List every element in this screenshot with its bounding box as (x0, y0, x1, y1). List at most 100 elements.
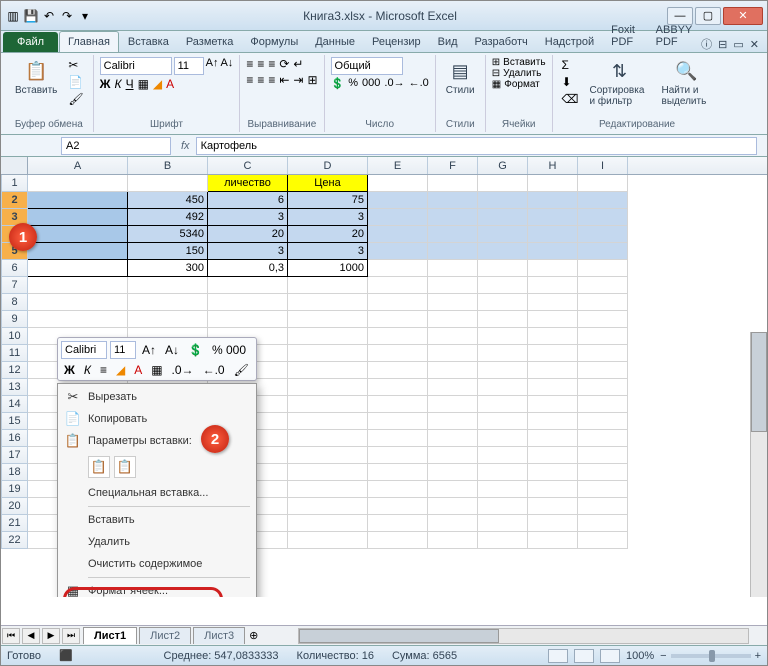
insert-cells-icon[interactable]: ⊞ (492, 57, 500, 68)
delete-cells-icon[interactable]: ⊟ (492, 68, 500, 79)
tab-view[interactable]: Вид (430, 32, 466, 52)
underline-icon[interactable]: Ч (126, 77, 134, 91)
cell[interactable] (288, 430, 368, 447)
cell[interactable] (578, 243, 628, 260)
cell[interactable] (128, 277, 208, 294)
dec-decimal-icon[interactable]: ←.0 (409, 77, 429, 90)
cell[interactable] (578, 345, 628, 362)
view-layout-icon[interactable] (574, 649, 594, 663)
cell[interactable]: 450 (128, 192, 208, 209)
cell[interactable] (478, 209, 528, 226)
cell[interactable] (288, 481, 368, 498)
align-mid-icon[interactable]: ≡ (257, 57, 264, 71)
cell[interactable] (368, 481, 428, 498)
inc-decimal-icon[interactable]: .0→ (384, 77, 404, 90)
ctx-delete[interactable]: Удалить (60, 531, 254, 553)
sheet-nav-prev[interactable]: ◀ (22, 628, 40, 644)
percent-icon[interactable]: % (348, 77, 358, 90)
cell[interactable] (128, 294, 208, 311)
cell[interactable] (428, 328, 478, 345)
merge-icon[interactable]: ⊞ (307, 73, 317, 87)
cell[interactable] (288, 532, 368, 549)
mini-size-combo[interactable]: 11 (110, 341, 136, 359)
cell[interactable] (28, 175, 128, 192)
select-all-corner[interactable] (1, 157, 28, 175)
cell[interactable]: 1000 (288, 260, 368, 277)
paste-opt2-icon[interactable]: 📋 (114, 456, 136, 478)
row-header[interactable]: 12 (1, 362, 28, 379)
mini-inc-icon[interactable]: ←.0 (200, 363, 228, 377)
font-size-combo[interactable]: 11 (174, 57, 204, 75)
cell[interactable] (208, 277, 288, 294)
mini-font-combo[interactable]: Calibri (61, 341, 107, 359)
cell[interactable] (428, 192, 478, 209)
fill-color-icon[interactable]: ◢ (153, 77, 162, 91)
view-normal-icon[interactable] (548, 649, 568, 663)
cell[interactable]: 3 (288, 209, 368, 226)
mini-italic-icon[interactable]: К (81, 363, 94, 377)
tab-formulas[interactable]: Формулы (242, 32, 306, 52)
cell[interactable] (528, 175, 578, 192)
cell[interactable] (368, 515, 428, 532)
cell[interactable]: 492 (128, 209, 208, 226)
cell[interactable] (368, 498, 428, 515)
cell[interactable] (368, 311, 428, 328)
cell[interactable] (528, 243, 578, 260)
autosum-icon[interactable]: Σ (559, 57, 582, 73)
paste-button[interactable]: 📋Вставить (11, 57, 61, 98)
minimize-ribbon-icon[interactable]: ⊟ (718, 38, 727, 51)
cell[interactable] (428, 243, 478, 260)
cell[interactable] (578, 260, 628, 277)
row-header[interactable]: 15 (1, 413, 28, 430)
cell[interactable] (528, 430, 578, 447)
cell[interactable] (578, 498, 628, 515)
row-header[interactable]: 7 (1, 277, 28, 294)
cell[interactable] (428, 277, 478, 294)
cell[interactable] (368, 260, 428, 277)
cell[interactable] (128, 311, 208, 328)
vertical-scrollbar[interactable] (750, 332, 767, 597)
cell[interactable] (368, 328, 428, 345)
cell[interactable] (528, 413, 578, 430)
row-header[interactable]: 9 (1, 311, 28, 328)
formula-input[interactable]: Картофель (196, 137, 757, 155)
ctx-copy[interactable]: 📄Копировать (60, 408, 254, 430)
cell[interactable] (28, 260, 128, 277)
cell[interactable] (578, 175, 628, 192)
align-right-icon[interactable]: ≡ (268, 73, 275, 87)
col-header[interactable]: I (578, 157, 628, 174)
col-header[interactable]: E (368, 157, 428, 174)
cell[interactable] (578, 209, 628, 226)
cell[interactable] (478, 413, 528, 430)
cell[interactable] (428, 413, 478, 430)
ctx-cut[interactable]: ✂Вырезать (60, 386, 254, 408)
row-header[interactable]: 14 (1, 396, 28, 413)
mini-dec-icon[interactable]: .0→ (169, 363, 197, 377)
cell[interactable] (288, 362, 368, 379)
cell[interactable] (368, 379, 428, 396)
cell[interactable] (288, 345, 368, 362)
bold-icon[interactable]: Ж (100, 77, 111, 91)
row-header[interactable]: 10 (1, 328, 28, 345)
cell[interactable] (428, 515, 478, 532)
mini-bold-icon[interactable]: Ж (61, 363, 78, 377)
sheet-tab-active[interactable]: Лист1 (83, 627, 137, 644)
align-bot-icon[interactable]: ≡ (268, 57, 275, 71)
col-header[interactable]: G (478, 157, 528, 174)
row-header[interactable]: 6 (1, 260, 28, 277)
col-header[interactable]: B (128, 157, 208, 174)
cell[interactable] (288, 413, 368, 430)
row-header[interactable]: 17 (1, 447, 28, 464)
cell[interactable] (478, 311, 528, 328)
cell[interactable] (578, 362, 628, 379)
cell[interactable] (478, 379, 528, 396)
scroll-thumb[interactable] (751, 332, 767, 432)
cell[interactable] (128, 175, 208, 192)
tab-foxit[interactable]: Foxit PDF (603, 20, 647, 52)
cell[interactable] (478, 175, 528, 192)
clear-icon[interactable]: ⌫ (559, 91, 582, 107)
cell[interactable] (368, 277, 428, 294)
paste-opt1-icon[interactable]: 📋 (88, 456, 110, 478)
cell[interactable] (28, 243, 128, 260)
cell[interactable] (288, 379, 368, 396)
